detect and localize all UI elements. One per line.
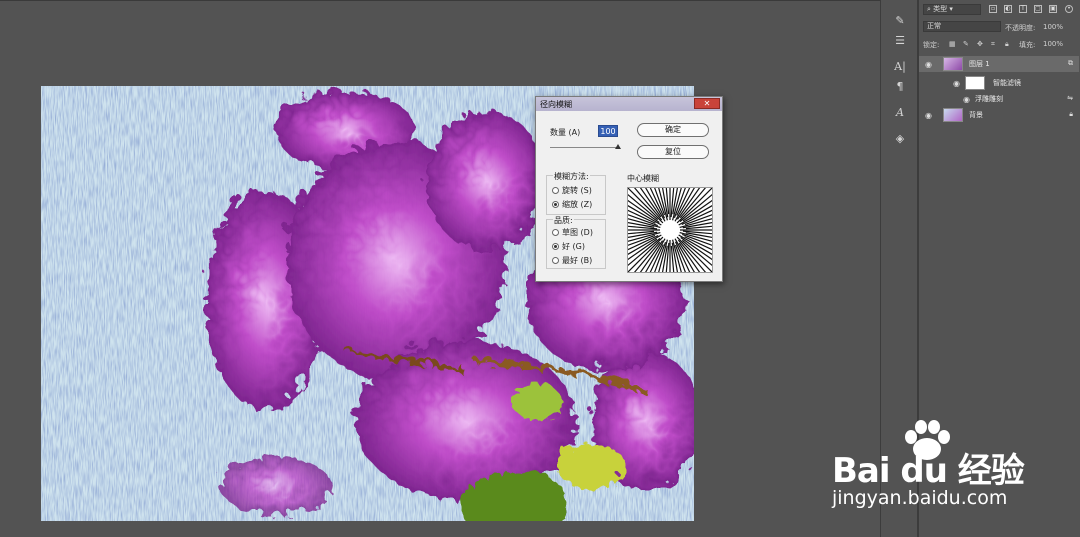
blur-center-label: 中心模糊 xyxy=(627,174,659,183)
type-filter-icon[interactable]: T xyxy=(1019,5,1027,13)
smart-object-filter-icon[interactable]: ▣ xyxy=(1049,5,1057,13)
close-button[interactable]: ✕ xyxy=(694,98,720,109)
radio-spin-label: 旋转 (S) xyxy=(562,186,592,195)
amount-row: 数量 (A) 100 xyxy=(550,125,618,138)
lock-transparent-icon[interactable]: ▦ xyxy=(949,40,956,48)
radio-best-label: 最好 (B) xyxy=(562,256,593,265)
dialog-title: 径向模糊 xyxy=(540,99,572,109)
fill-value[interactable]: 100% xyxy=(1043,40,1063,48)
radio-best[interactable]: 最好 (B) xyxy=(552,255,592,266)
lock-position-icon[interactable]: ✥ xyxy=(977,40,983,48)
blur-center-preview[interactable] xyxy=(610,170,730,290)
burst-line xyxy=(627,187,664,224)
fill-label: 填充: xyxy=(1019,41,1036,49)
visibility-eye-icon[interactable]: ◉ xyxy=(963,95,970,104)
quality-group: 品质: 草图 (D) 好 (G) 最好 (B) xyxy=(546,215,606,269)
burst-line xyxy=(623,237,661,270)
lock-artboard-icon[interactable]: ⌗ xyxy=(991,40,995,49)
radio-spin[interactable]: 旋转 (S) xyxy=(552,185,592,196)
quality-label: 品质: xyxy=(553,215,574,226)
adjust-icon[interactable]: ☰ xyxy=(893,34,907,48)
radio-good-label: 好 (G) xyxy=(562,242,585,251)
layer-name: 浮雕雕刻 xyxy=(975,95,1003,103)
layer-row-smart-filters[interactable]: ◉ 智能滤镜 xyxy=(919,75,1079,91)
burst-line xyxy=(679,190,717,223)
radio-spin-circle[interactable] xyxy=(552,187,559,194)
shape-filter-icon[interactable]: ▢ xyxy=(1034,5,1042,13)
ok-button[interactable]: 确定 xyxy=(637,123,709,137)
radio-draft[interactable]: 草图 (D) xyxy=(552,227,593,238)
photoshop-window: 径向模糊 ✕ 数量 (A) 100 确定 复位 模糊方法: 旋转 (S) 缩放 … xyxy=(0,0,1080,537)
pixel-filter-icon[interactable]: ▫ xyxy=(989,5,997,13)
radio-zoom[interactable]: 缩放 (Z) xyxy=(552,199,592,210)
radio-draft-circle[interactable] xyxy=(552,229,559,236)
lock-all-icon[interactable]: 🔒︎ xyxy=(1005,40,1009,49)
layer-name: 背景 xyxy=(969,111,983,119)
layer-filter-kind-dropdown[interactable]: ⌕ 类型 ▾ xyxy=(923,4,981,15)
amount-input[interactable]: 100 xyxy=(598,125,618,137)
burst-line xyxy=(677,239,710,277)
layer-name: 图层 1 xyxy=(969,60,990,68)
burst-line xyxy=(676,236,713,273)
3d-icon[interactable]: ◈ xyxy=(893,132,907,146)
layer-filter-kind: 类型 xyxy=(933,5,948,13)
zoom-burst-graphic xyxy=(610,170,730,290)
document-workspace: 径向模糊 ✕ 数量 (A) 100 确定 复位 模糊方法: 旋转 (S) 缩放 … xyxy=(0,0,880,537)
filter-toggle-icon[interactable]: • xyxy=(1065,5,1073,13)
layer-row-background[interactable]: ◉ 背景 🔒︎ xyxy=(919,107,1079,123)
blend-mode-dropdown[interactable]: 正常 xyxy=(923,21,1001,32)
lock-image-icon[interactable]: ✎ xyxy=(963,40,969,48)
layer-thumbnail xyxy=(943,57,963,71)
adjustment-filter-icon[interactable]: ◐ xyxy=(1004,5,1012,13)
paragraph-icon[interactable]: ¶ xyxy=(893,80,907,94)
amount-slider-thumb[interactable] xyxy=(615,144,621,149)
visibility-eye-icon[interactable]: ◉ xyxy=(925,60,932,69)
blur-method-label: 模糊方法: xyxy=(553,171,590,182)
blur-method-group: 模糊方法: 旋转 (S) 缩放 (Z) xyxy=(546,171,606,215)
lock-icon: 🔒︎ xyxy=(1069,110,1073,118)
visibility-eye-icon[interactable]: ◉ xyxy=(953,79,960,88)
burst-line xyxy=(676,187,713,224)
amount-label: 数量 (A) xyxy=(550,128,581,137)
filter-mask-thumbnail xyxy=(965,76,985,90)
opacity-label: 不透明度: xyxy=(1005,24,1036,32)
blend-mode-value: 正常 xyxy=(927,22,941,30)
layer-row-filter-effect[interactable]: ◉ 浮雕雕刻 ⇋ xyxy=(919,91,1079,107)
visibility-eye-icon[interactable]: ◉ xyxy=(925,111,932,120)
amount-slider-track[interactable] xyxy=(550,147,618,148)
glyph-icon[interactable]: A xyxy=(893,106,907,120)
smart-object-badge-icon[interactable]: ⧉ xyxy=(1068,59,1073,68)
layers-panel: ⌕ 类型 ▾ ▫ ◐ T ▢ ▣ • 正常 不透明度: 100% 锁定: ▦ ✎… xyxy=(918,0,1080,537)
panel-icon-strip: ✎ ☰ A| ¶ A ◈ xyxy=(880,0,918,537)
reset-button[interactable]: 复位 xyxy=(637,145,709,159)
radio-zoom-circle[interactable] xyxy=(552,201,559,208)
character-icon[interactable]: A| xyxy=(893,60,907,74)
burst-line xyxy=(630,183,663,221)
radio-zoom-label: 缩放 (Z) xyxy=(562,200,593,209)
opacity-value[interactable]: 100% xyxy=(1043,23,1063,31)
radio-good[interactable]: 好 (G) xyxy=(552,241,585,252)
radio-draft-label: 草图 (D) xyxy=(562,228,593,237)
radial-blur-dialog: 径向模糊 ✕ 数量 (A) 100 确定 复位 模糊方法: 旋转 (S) 缩放 … xyxy=(535,96,730,290)
filter-options-icon[interactable]: ⇋ xyxy=(1067,94,1073,102)
lock-label: 锁定: xyxy=(923,41,940,49)
dialog-titlebar[interactable]: 径向模糊 ✕ xyxy=(536,97,722,111)
brush-icon[interactable]: ✎ xyxy=(893,14,907,28)
layer-row-layer1[interactable]: ◉ 图层 1 ⧉ xyxy=(919,56,1079,72)
radio-best-circle[interactable] xyxy=(552,257,559,264)
burst-line xyxy=(627,236,664,273)
layer-thumbnail xyxy=(943,108,963,122)
radio-good-circle[interactable] xyxy=(552,243,559,250)
layer-name: 智能滤镜 xyxy=(993,79,1021,87)
